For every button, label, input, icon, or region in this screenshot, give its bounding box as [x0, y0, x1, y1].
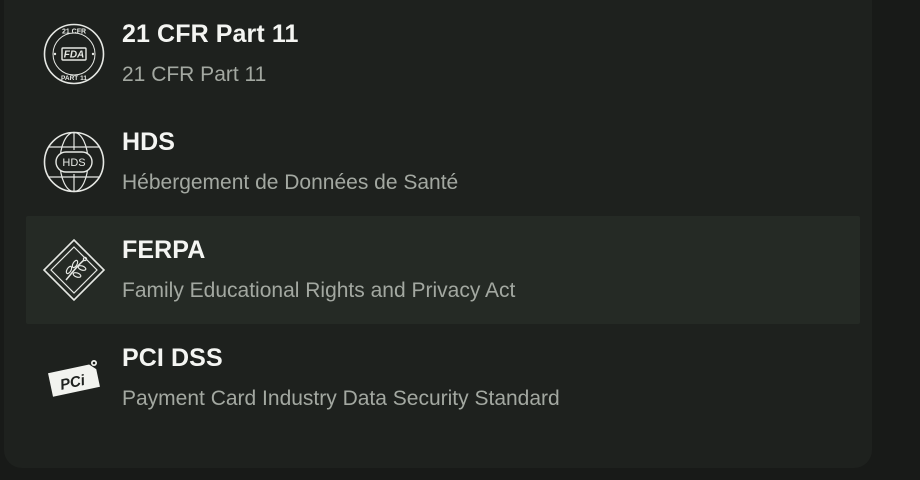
badge-center-text: FDA [64, 50, 85, 61]
list-item-pci-dss[interactable]: PCi PCI DSS Payment Card Industry Data S… [26, 324, 860, 432]
item-subtitle: 21 CFR Part 11 [122, 63, 267, 86]
compliance-panel: 21 CFR FDA PART 11 21 CFR Part 11 21 CFR… [4, 0, 872, 468]
list-item-ferpa[interactable]: FERPA Family Educational Rights and Priv… [26, 216, 860, 324]
badge-center-text: HDS [62, 157, 85, 169]
list-item-hds[interactable]: HDS HDS Hébergement de Données de Santé [26, 108, 860, 216]
compliance-list: 21 CFR FDA PART 11 21 CFR Part 11 21 CFR… [26, 0, 860, 432]
item-title: PCI DSS [122, 344, 223, 372]
ferpa-diamond-badge-icon [42, 238, 106, 302]
item-title: HDS [122, 128, 176, 156]
hds-globe-badge-icon: HDS [42, 130, 106, 194]
pci-card-badge-icon: PCi [42, 346, 106, 410]
fda-cfr-part-11-badge-icon: 21 CFR FDA PART 11 [42, 22, 106, 86]
item-title: FERPA [122, 236, 206, 264]
badge-bottom-text: PART 11 [61, 75, 87, 82]
item-subtitle: Family Educational Rights and Privacy Ac… [122, 279, 516, 302]
badge-top-text: 21 CFR [62, 29, 86, 36]
item-title: 21 CFR Part 11 [122, 20, 299, 48]
list-item-21-cfr-part-11[interactable]: 21 CFR FDA PART 11 21 CFR Part 11 21 CFR… [26, 0, 860, 108]
item-subtitle: Payment Card Industry Data Security Stan… [122, 387, 560, 410]
item-subtitle: Hébergement de Données de Santé [122, 171, 459, 194]
